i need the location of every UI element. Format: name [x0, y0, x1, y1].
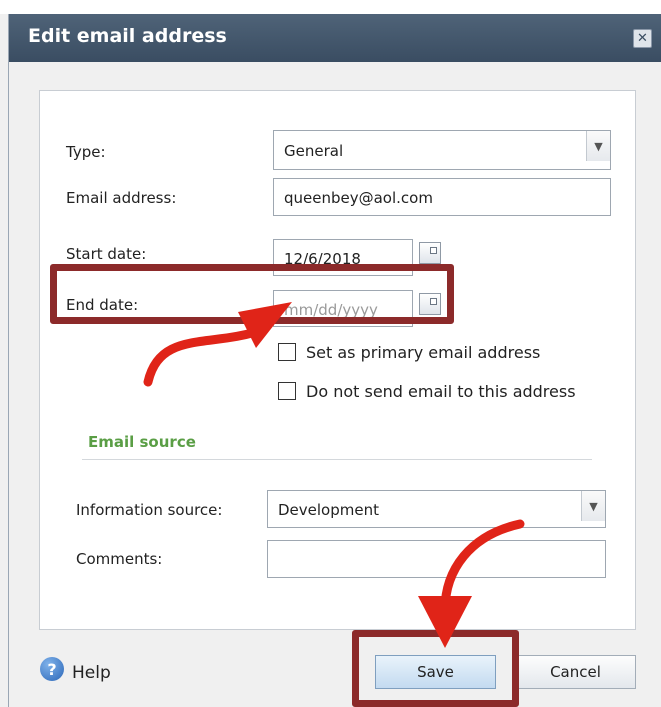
cancel-button[interactable]: Cancel	[515, 655, 636, 689]
email-field[interactable]: queenbey@aol.com	[273, 178, 611, 216]
section-divider	[82, 459, 592, 460]
email-label: Email address:	[66, 189, 177, 207]
help-link[interactable]: Help	[72, 663, 111, 683]
dialog-title: Edit email address	[28, 25, 227, 47]
information-source-select[interactable]: Development ▼	[267, 490, 606, 528]
close-icon[interactable]: ✕	[633, 29, 652, 48]
end-date-highlight	[50, 264, 454, 324]
email-source-heading: Email source	[88, 433, 196, 451]
start-date-label: Start date:	[66, 245, 147, 263]
information-source-label: Information source:	[76, 501, 223, 519]
do-not-send-checkbox[interactable]	[278, 382, 296, 400]
primary-email-checkbox[interactable]	[278, 343, 296, 361]
dialog-titlebar: Edit email address ✕	[9, 14, 661, 62]
chevron-down-icon[interactable]: ▼	[581, 491, 605, 521]
save-highlight	[352, 630, 519, 707]
do-not-send-label: Do not send email to this address	[306, 382, 576, 401]
background-strip	[0, 0, 661, 14]
comments-label: Comments:	[76, 550, 163, 568]
form-panel: Type: General ▼ Email address: queenbey@…	[39, 90, 636, 630]
information-source-value: Development	[278, 501, 379, 519]
type-select[interactable]: General ▼	[273, 130, 611, 170]
comments-field[interactable]	[267, 540, 606, 578]
email-field-value: queenbey@aol.com	[284, 189, 433, 207]
type-select-value: General	[284, 142, 344, 160]
chevron-down-icon[interactable]: ▼	[586, 131, 610, 161]
type-label: Type:	[66, 143, 106, 161]
help-icon[interactable]: ?	[40, 657, 64, 681]
primary-email-label: Set as primary email address	[306, 343, 541, 362]
start-date-calendar-icon[interactable]	[419, 242, 441, 264]
edit-email-dialog: Edit email address ✕ Type: General ▼ Ema…	[8, 14, 661, 707]
